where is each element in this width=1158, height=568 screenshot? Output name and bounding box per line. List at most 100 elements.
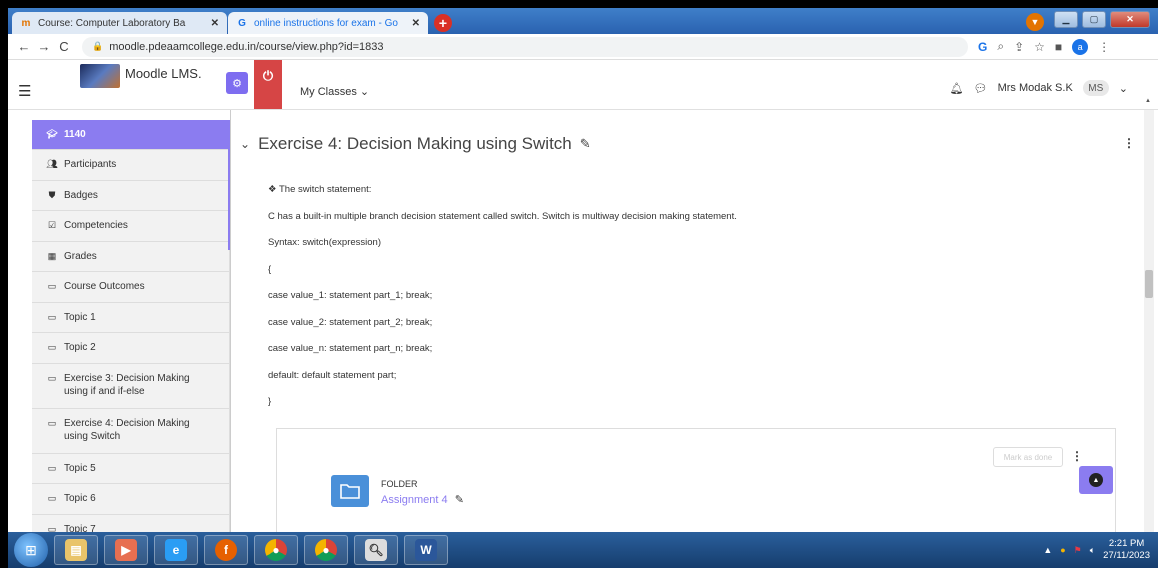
graduation-cap-icon: 🎓︎ xyxy=(46,129,58,139)
site-name[interactable]: Moodle LMS. xyxy=(125,66,202,81)
tab-title: Course: Computer Laboratory Ba xyxy=(38,17,186,29)
site-logo[interactable] xyxy=(80,64,120,88)
power-icon[interactable]: ⏻ xyxy=(254,60,282,109)
close-window-button[interactable]: ✕ xyxy=(1110,11,1150,28)
table-icon: ▦ xyxy=(47,250,57,261)
section-menu-icon[interactable]: ⋮ xyxy=(1123,136,1135,150)
sidebar-item-competencies[interactable]: ☑ Competencies xyxy=(32,211,229,242)
taskbar-chrome[interactable]: ● xyxy=(254,535,298,565)
activity-link[interactable]: Assignment 4 xyxy=(381,494,448,506)
taskbar-ie[interactable]: e xyxy=(154,535,198,565)
sidebar-item-badges[interactable]: ⛊ Badges xyxy=(32,181,229,211)
taskbar-chrome-profile[interactable]: ● xyxy=(304,535,348,565)
taskbar-firefox[interactable]: f xyxy=(204,535,248,565)
taskbar-media[interactable]: ▶ xyxy=(104,535,148,565)
summary-line: case value_1: statement part_1; break; xyxy=(268,290,433,301)
close-tab-icon[interactable]: ✕ xyxy=(412,18,420,29)
tab-course[interactable]: m Course: Computer Laboratory Ba ✕ xyxy=(12,12,227,34)
tab-search-chevron-icon[interactable]: ▼ xyxy=(1026,13,1044,31)
action-center-icon[interactable]: ⚑ xyxy=(1074,545,1082,556)
reload-icon[interactable]: C xyxy=(54,39,74,54)
start-button[interactable]: ⊞ xyxy=(14,533,48,567)
sidebar-item-topic-2[interactable]: ▭ Topic 2 xyxy=(32,333,229,364)
sidebar-item-label: Participants xyxy=(64,159,117,171)
edit-pencil-icon[interactable]: ✎ xyxy=(455,494,464,506)
mark-as-done-button[interactable]: Mark as done xyxy=(993,447,1063,467)
messages-icon[interactable]: 💬︎ xyxy=(974,82,988,95)
sidebar-item-topic-5[interactable]: ▭ Topic 5 xyxy=(32,454,229,484)
sidebar-item-label: Badges xyxy=(64,189,98,201)
browser-tab-bar: m Course: Computer Laboratory Ba ✕ G onl… xyxy=(8,8,1158,34)
sidebar-item-exercise-3[interactable]: ▭ Exercise 3: Decision Making using if an… xyxy=(32,364,229,409)
my-classes-menu[interactable]: My Classes ⌄ xyxy=(300,85,369,98)
window-controls: ▼ ▁ ▢ ✕ xyxy=(1026,11,1150,31)
user-avatar[interactable]: MS xyxy=(1082,80,1109,96)
sidebar-item-label: Topic 6 xyxy=(64,493,96,505)
hamburger-menu-icon[interactable]: ☰ xyxy=(18,82,31,100)
summary-line: case value_2: statement part_2; break; xyxy=(268,316,433,328)
firefox-icon: f xyxy=(215,539,237,561)
new-tab-button[interactable]: + xyxy=(434,14,452,32)
chrome-icon: ● xyxy=(265,539,287,561)
volume-icon[interactable]: 🔈︎ xyxy=(1090,545,1095,556)
tab-instructions[interactable]: G online instructions for exam - Go ✕ xyxy=(228,12,428,34)
taskbar-explorer[interactable]: ▤ xyxy=(54,535,98,565)
taskbar-word[interactable]: W xyxy=(404,535,448,565)
summary-line: { xyxy=(268,263,272,275)
sidebar-item-course-outcomes[interactable]: ▭ Course Outcomes xyxy=(32,272,229,303)
sidebar-item-exercise-4[interactable]: ▭ Exercise 4: Decision Making using Switc… xyxy=(32,409,229,454)
magnifier-icon: 🔍︎ xyxy=(365,539,387,561)
close-tab-icon[interactable]: ✕ xyxy=(211,18,219,29)
scrollbar-thumb[interactable] xyxy=(1145,270,1153,298)
media-player-icon: ▶ xyxy=(115,539,137,561)
minimize-button[interactable]: ▁ xyxy=(1054,11,1078,28)
lock-icon: 🔒 xyxy=(92,41,104,51)
course-sidebar: 🎓︎ 1140 👥︎ Participants ⛊ Badges ☑ Competen… xyxy=(32,120,230,560)
settings-gear-icon[interactable]: ⚙ xyxy=(226,72,248,94)
clock[interactable]: 2:21 PM 27/11/2023 xyxy=(1103,538,1150,562)
profile-avatar[interactable]: a xyxy=(1072,38,1089,55)
forward-icon[interactable]: → xyxy=(34,39,54,54)
page-scrollbar[interactable]: ▲ ▼ xyxy=(1144,98,1154,558)
summary-line: C has a built-in multiple branch decisio… xyxy=(268,210,737,222)
edit-pencil-icon[interactable]: ✎ xyxy=(580,136,591,152)
scroll-up-icon[interactable]: ▲ xyxy=(1145,98,1151,104)
user-name[interactable]: Mrs Modak S.K xyxy=(998,82,1073,94)
clock-date: 27/11/2023 xyxy=(1103,550,1150,561)
share-icon[interactable]: ⇪ xyxy=(1014,40,1024,54)
user-menu-chevron-icon[interactable]: ⌄ xyxy=(1119,82,1128,95)
address-bar-icons: G ⌕ ⇪ ☆ ■ a ⋮ xyxy=(978,38,1110,55)
sidebar-item-topic-6[interactable]: ▭ Topic 6 xyxy=(32,484,229,515)
sidebar-divider xyxy=(230,110,231,568)
activity-menu-icon[interactable]: ⋮ xyxy=(1071,449,1083,463)
notification-bell-icon[interactable]: 🔔︎ xyxy=(950,82,964,95)
activity-name-row: Assignment 4 ✎ xyxy=(381,493,464,506)
sidebar-item-grades[interactable]: ▦ Grades xyxy=(32,242,229,272)
maximize-button[interactable]: ▢ xyxy=(1082,11,1106,28)
network-icon[interactable]: ● xyxy=(1060,545,1065,555)
section-header: ⌄ Exercise 4: Decision Making using Swit… xyxy=(240,134,591,154)
checkbox-icon: ☑ xyxy=(47,220,57,231)
folder-outline-icon: ▭ xyxy=(47,493,57,504)
show-hidden-icons[interactable]: ▲ xyxy=(1043,545,1052,555)
folder-outline-icon: ▭ xyxy=(47,372,57,383)
main-content: ⌄ Exercise 4: Decision Making using Swit… xyxy=(238,110,1143,568)
screen: m Course: Computer Laboratory Ba ✕ G onl… xyxy=(8,8,1158,568)
url-field[interactable]: 🔒 moodle.pdeaamcollege.edu.in/course/vie… xyxy=(82,36,968,57)
sidebar-item-course[interactable]: 🎓︎ 1140 xyxy=(32,120,229,150)
sidebar-item-participants[interactable]: 👥︎ Participants xyxy=(32,150,229,181)
sidebar-item-topic-1[interactable]: ▭ Topic 1 xyxy=(32,303,229,333)
bookmark-star-icon[interactable]: ☆ xyxy=(1034,40,1045,54)
zoom-icon[interactable]: ⌕ xyxy=(997,39,1004,54)
browser-menu-icon[interactable]: ⋮ xyxy=(1098,40,1110,54)
collapse-chevron-icon[interactable]: ⌄ xyxy=(240,137,250,151)
folder-icon[interactable] xyxy=(331,475,369,507)
chrome-profile-icon: ● xyxy=(315,539,337,561)
word-icon: W xyxy=(415,539,437,561)
sidebar-item-label: Topic 1 xyxy=(64,311,96,323)
back-to-top-button[interactable]: ▲ xyxy=(1079,466,1113,494)
sidebar-panel-icon[interactable]: ■ xyxy=(1055,40,1062,54)
taskbar-magnifier[interactable]: 🔍︎ xyxy=(354,535,398,565)
google-icon[interactable]: G xyxy=(978,40,987,54)
back-icon[interactable]: ← xyxy=(14,39,34,54)
